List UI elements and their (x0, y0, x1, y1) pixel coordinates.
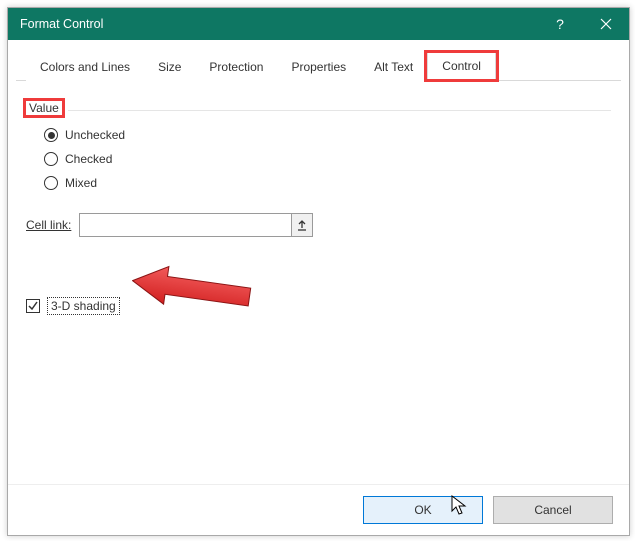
radio-checked[interactable] (44, 152, 58, 166)
tab-properties[interactable]: Properties (277, 54, 360, 81)
dialog-title: Format Control (20, 17, 103, 31)
ok-button[interactable]: OK (363, 496, 483, 524)
radio-checked-row[interactable]: Checked (44, 147, 611, 171)
close-button[interactable] (583, 8, 629, 40)
format-control-dialog: Format Control ? Colors and Lines Size P… (7, 7, 630, 536)
cell-link-row: Cell link: (26, 213, 611, 237)
value-group-label: Value (26, 101, 62, 115)
radio-unchecked-label: Unchecked (65, 128, 125, 142)
radio-checked-label: Checked (65, 152, 112, 166)
cell-link-picker-button[interactable] (291, 214, 312, 236)
three-d-shading-label: 3-D shading (47, 297, 120, 315)
tabstrip: Colors and Lines Size Protection Propert… (16, 40, 621, 81)
three-d-shading-checkbox[interactable] (26, 299, 40, 313)
dialog-body: Value Unchecked Checked Mixed (8, 81, 629, 484)
tab-control-label: Control (442, 59, 481, 73)
value-group: Value Unchecked Checked Mixed (26, 101, 611, 195)
help-button[interactable]: ? (537, 8, 583, 40)
radio-mixed[interactable] (44, 176, 58, 190)
tab-alt-text[interactable]: Alt Text (360, 54, 427, 81)
tab-protection[interactable]: Protection (195, 54, 277, 81)
cancel-button[interactable]: Cancel (493, 496, 613, 524)
button-bar: OK Cancel (8, 484, 629, 535)
tab-colors-and-lines[interactable]: Colors and Lines (26, 54, 144, 81)
cell-link-input-group (79, 213, 313, 237)
radio-mixed-label: Mixed (65, 176, 97, 190)
collapse-dialog-icon (297, 219, 307, 231)
tab-size[interactable]: Size (144, 54, 195, 81)
tab-control[interactable]: Control (427, 52, 496, 81)
radio-unchecked-row[interactable]: Unchecked (44, 123, 611, 147)
value-group-label-text: Value (29, 101, 59, 115)
radio-mixed-row[interactable]: Mixed (44, 171, 611, 195)
three-d-shading-row[interactable]: 3-D shading (26, 297, 611, 315)
cell-link-input[interactable] (80, 214, 291, 236)
radio-unchecked[interactable] (44, 128, 58, 142)
cell-link-label: Cell link: (26, 218, 71, 232)
titlebar: Format Control ? (8, 8, 629, 40)
